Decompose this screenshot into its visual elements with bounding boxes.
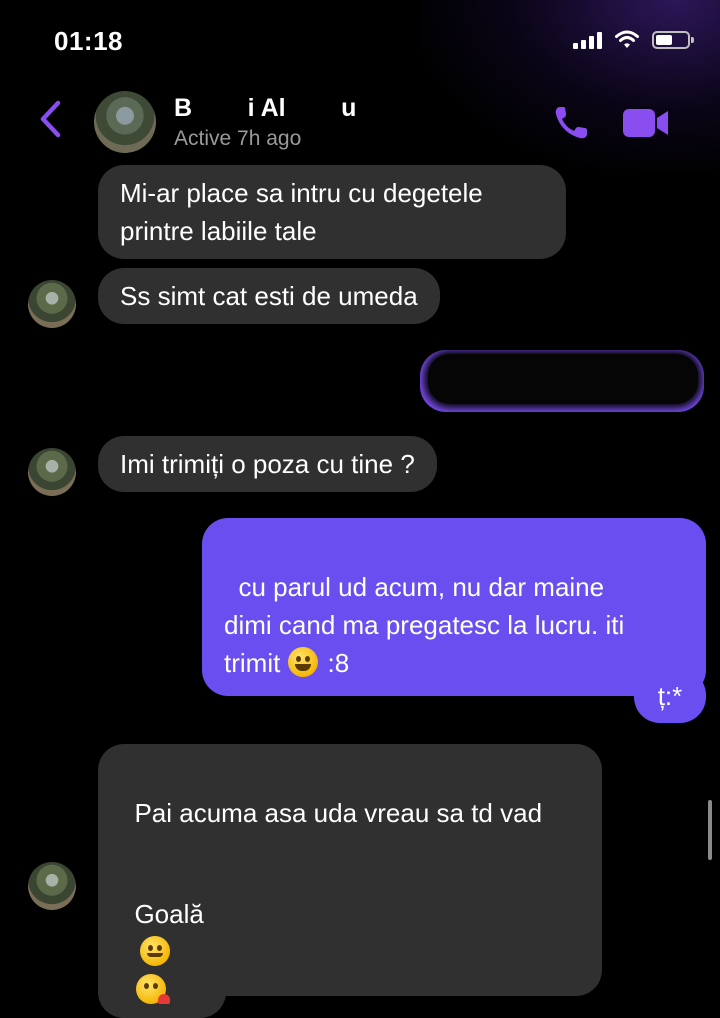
incoming-message[interactable]: Imi trimiți o poza cu tine ? bbox=[98, 436, 437, 492]
signal-icon bbox=[573, 31, 602, 49]
contact-avatar[interactable] bbox=[94, 91, 156, 153]
winking-emoji bbox=[140, 936, 171, 966]
redacted-outgoing-message bbox=[420, 350, 704, 412]
back-button[interactable] bbox=[38, 100, 62, 143]
status-time: 01:18 bbox=[54, 26, 123, 56]
incoming-message[interactable]: Goală bbox=[98, 848, 226, 1018]
back-chevron-icon bbox=[40, 100, 61, 138]
outgoing-message-suffix: :8 bbox=[320, 648, 350, 678]
incoming-message-text: Goală bbox=[134, 899, 204, 929]
video-call-button[interactable] bbox=[622, 107, 670, 144]
incoming-message-text: Pai acuma asa uda vreau sa td vad bbox=[134, 798, 543, 828]
battery-icon bbox=[652, 31, 694, 49]
call-button[interactable] bbox=[552, 104, 592, 147]
sender-avatar bbox=[28, 280, 76, 328]
incoming-message[interactable]: Mi-ar place sa intru cu degetele printre… bbox=[98, 165, 566, 259]
status-icons bbox=[573, 30, 694, 50]
kissing-emoji bbox=[136, 974, 171, 1004]
outgoing-message[interactable]: ț:* bbox=[634, 669, 706, 723]
phone-icon bbox=[555, 107, 587, 139]
incoming-message[interactable]: Ss simt cat esti de umeda bbox=[98, 268, 440, 324]
outgoing-message[interactable]: cu parul ud acum, nu dar maine dimi cand… bbox=[202, 518, 706, 696]
sender-avatar bbox=[28, 862, 76, 910]
video-camera-icon bbox=[623, 109, 668, 137]
sender-avatar bbox=[28, 448, 76, 496]
scrollbar[interactable] bbox=[708, 800, 712, 860]
contact-name[interactable]: B i Al u bbox=[174, 94, 356, 123]
grinning-emoji bbox=[288, 647, 319, 677]
contact-status: Active 7h ago bbox=[174, 127, 302, 150]
outgoing-message-text: cu parul ud acum, nu dar maine dimi cand… bbox=[224, 572, 625, 678]
wifi-icon bbox=[615, 30, 639, 48]
